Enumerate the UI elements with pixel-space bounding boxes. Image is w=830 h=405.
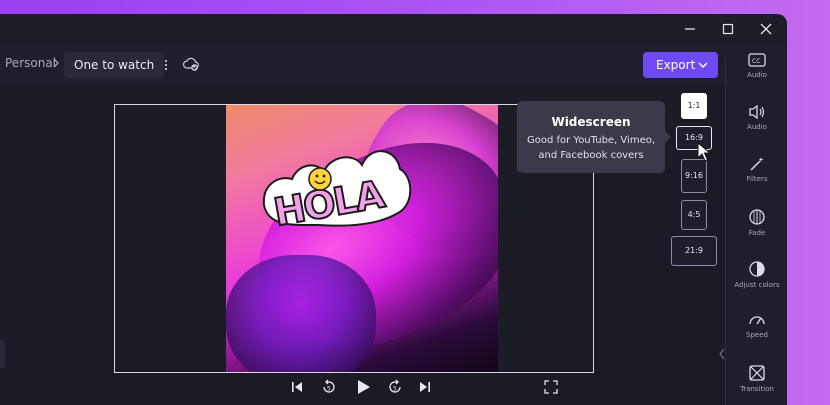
abstract-shape xyxy=(226,255,376,372)
filters-label: Filters xyxy=(746,175,768,183)
export-button[interactable]: Export xyxy=(643,52,718,78)
fade-tool[interactable]: Fade xyxy=(726,208,787,260)
ratio-tooltip: Widescreen Good for YouTube, Vimeo, and … xyxy=(517,101,671,173)
filters-tool[interactable]: Filters xyxy=(726,156,787,208)
breadcrumb-parent[interactable]: Personal xyxy=(5,56,56,70)
play-button[interactable] xyxy=(354,378,372,396)
project-toolbar: Personal One to watch Export xyxy=(0,44,725,84)
skip-back-button[interactable] xyxy=(288,378,306,396)
fullscreen-button[interactable] xyxy=(542,378,560,396)
chevron-right-icon xyxy=(53,58,59,68)
ratio-21-9-button[interactable]: 21:9 xyxy=(671,236,717,266)
magic-wand-icon xyxy=(750,157,764,171)
svg-text:5: 5 xyxy=(393,386,397,393)
project-title[interactable]: One to watch xyxy=(64,52,165,78)
transition-label: Transition xyxy=(740,385,774,393)
svg-text:5: 5 xyxy=(327,386,331,393)
cloud-check-icon xyxy=(182,57,199,71)
title-bar xyxy=(0,14,787,44)
properties-panel: CC Audio Audio Filters Fade Adjust color… xyxy=(725,53,787,405)
minimize-button[interactable] xyxy=(675,17,705,41)
captions-icon: CC xyxy=(748,53,766,67)
export-label: Export xyxy=(656,58,696,72)
close-icon xyxy=(760,23,772,35)
chevron-down-icon xyxy=(698,62,708,68)
forward-5-button[interactable]: 5 xyxy=(386,378,404,396)
tooltip-body-line1: Good for YouTube, Vimeo, xyxy=(526,135,656,146)
fullscreen-icon xyxy=(544,380,558,394)
speed-tool[interactable]: Speed xyxy=(726,312,787,364)
left-panel-handle[interactable] xyxy=(0,340,5,368)
maximize-button[interactable] xyxy=(713,17,743,41)
hola-sticker[interactable]: HOLA xyxy=(258,135,414,235)
speedometer-icon xyxy=(749,316,765,325)
tooltip-body-line2: and Facebook covers xyxy=(538,150,644,161)
ratio-1-1-button[interactable]: 1:1 xyxy=(681,93,707,119)
transition-icon xyxy=(749,365,765,381)
rewind-5-icon: 5 xyxy=(323,379,335,393)
mouse-cursor-icon xyxy=(697,142,711,162)
video-frame: HOLA xyxy=(226,105,498,372)
fade-label: Fade xyxy=(748,229,766,237)
skip-forward-icon xyxy=(420,382,430,392)
chevron-left-icon[interactable] xyxy=(718,347,726,361)
transition-tool[interactable]: Transition xyxy=(726,364,787,405)
speed-label: Speed xyxy=(746,331,768,339)
close-button[interactable] xyxy=(751,17,781,41)
speaker-icon xyxy=(749,104,765,120)
audio-tool[interactable]: Audio xyxy=(726,104,787,156)
maximize-icon xyxy=(722,23,734,35)
cloud-sync-button[interactable] xyxy=(182,55,200,73)
tooltip-title: Widescreen xyxy=(551,115,631,129)
more-vertical-icon xyxy=(164,59,168,71)
contrast-icon xyxy=(749,261,765,277)
fade-icon xyxy=(749,209,765,225)
skip-back-icon xyxy=(292,382,302,392)
adjust-colors-label: Adjust colors xyxy=(734,281,780,289)
captions-label: Audio xyxy=(747,71,767,79)
ratio-9-16-button[interactable]: 9:16 xyxy=(681,159,707,193)
rewind-5-button[interactable]: 5 xyxy=(320,378,338,396)
audio-label: Audio xyxy=(747,123,767,131)
skip-forward-button[interactable] xyxy=(416,378,434,396)
ratio-4-5-button[interactable]: 4:5 xyxy=(681,200,707,230)
editor-window: Personal One to watch Export HOLA 1:1 16… xyxy=(0,14,787,405)
more-options-button[interactable] xyxy=(158,56,174,74)
play-icon xyxy=(358,380,370,394)
adjust-colors-tool[interactable]: Adjust colors xyxy=(726,260,787,312)
minimize-icon xyxy=(685,28,695,30)
svg-text:CC: CC xyxy=(752,58,760,65)
playback-controls: 5 5 xyxy=(0,379,725,405)
forward-5-icon: 5 xyxy=(389,379,401,393)
captions-tool[interactable]: CC Audio xyxy=(726,52,787,104)
